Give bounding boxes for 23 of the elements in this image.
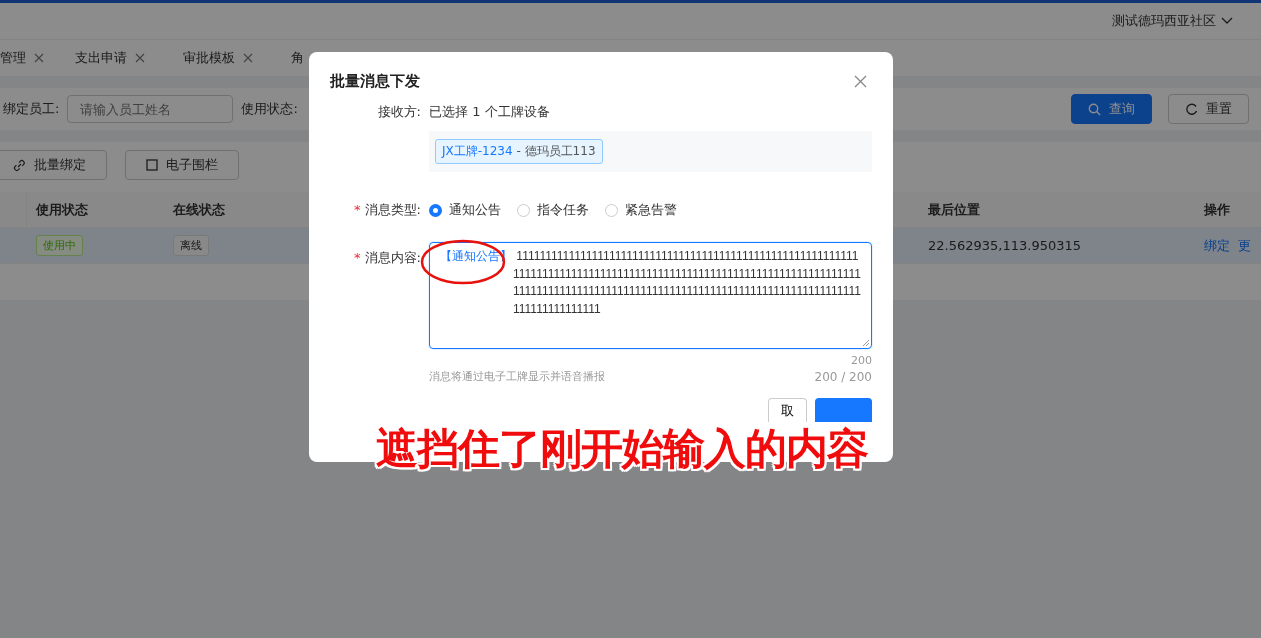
filter-label: 使用状态:: [241, 100, 298, 118]
field-label: 消息内容:: [364, 250, 421, 265]
annotation-text: 遮挡住了刚开始输入的内容: [376, 428, 868, 470]
required-mark: *: [354, 250, 361, 265]
device-name: JX工牌-1234: [442, 144, 513, 158]
table-cell: 22.562935,113.950315: [928, 238, 1081, 253]
recipient-summary: 已选择 1 个工牌设备: [429, 103, 551, 121]
filter-label: 绑定员工:: [3, 100, 60, 118]
message-text: 11111111111111111111111111111111111111111111111111111111111111111111111111111111111111111111111111111111111111111111111111111111111111111111111111111111111111111111111111111111111111111111111111: [513, 249, 861, 316]
field-label: 消息类型:: [364, 202, 421, 217]
required-mark: *: [354, 202, 361, 217]
column-header: 使用状态: [36, 200, 88, 219]
column-header: 操作: [1204, 200, 1230, 219]
status-tag: 离线: [173, 235, 209, 256]
column-header: 最后位置: [928, 200, 980, 219]
employee-name: - 德玛员工113: [516, 144, 596, 158]
field-label: 接收方:: [377, 104, 421, 119]
character-counter: 200 / 200: [814, 369, 872, 384]
dialog-title: 批量消息下发: [330, 72, 420, 91]
hint-text: 消息将通过电子工牌显示并语音播报: [429, 369, 605, 384]
max-length: 200: [851, 354, 872, 367]
status-tag: 使用中: [36, 235, 83, 256]
column-header: 在线状态: [173, 200, 225, 219]
